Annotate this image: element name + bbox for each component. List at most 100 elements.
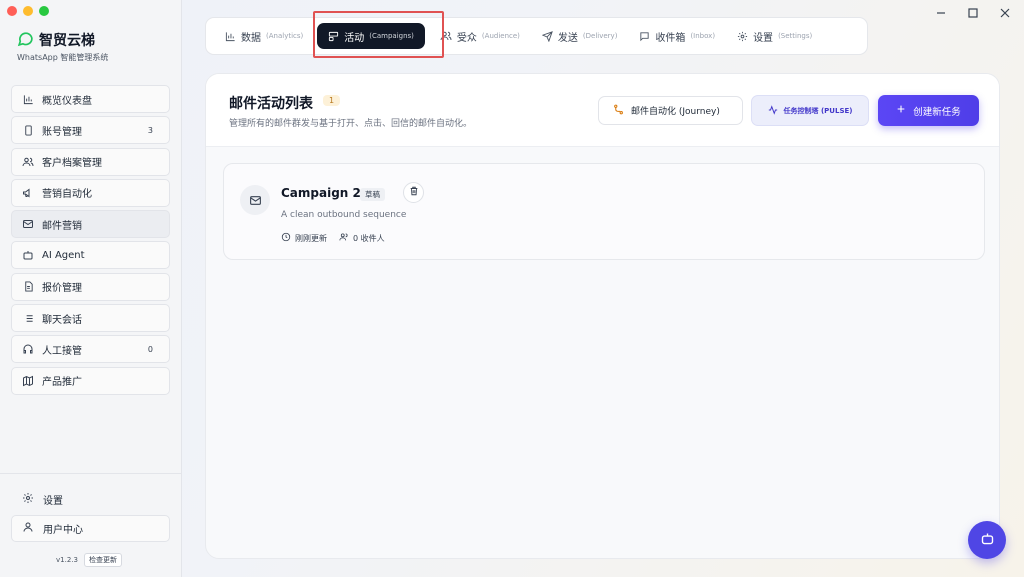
campaign-card[interactable]: Campaign 2 草稿 A clean outbound sequence … [223, 163, 985, 260]
sidebar: 智贸云梯 WhatsApp 智能管理系统 概览仪表盘 账号管理 3 客户档案管理… [0, 0, 182, 577]
page-title: 邮件活动列表 [229, 96, 313, 112]
page-description: 管理所有的邮件群发与基于打开、点击、回信的邮件自动化。 [229, 119, 473, 129]
sidebar-item-product-promotion[interactable]: 产品推广 [11, 366, 170, 395]
maximize-icon[interactable] [968, 8, 978, 21]
bot-icon [980, 531, 995, 549]
sidebar-item-marketing-automation[interactable]: 营销自动化 [11, 178, 170, 207]
campaign-meta: 刚刚更新 0 收件人 [281, 232, 385, 244]
tab-sublabel: (Analytics) [266, 32, 304, 40]
tab-delivery[interactable]: 发送 (Delivery) [531, 23, 629, 49]
brand-subtitle: WhatsApp 智能管理系统 [17, 53, 109, 62]
create-task-label: 创建新任务 [913, 106, 961, 118]
sidebar-item-human-takeover[interactable]: 人工接管 0 [11, 335, 170, 364]
close-icon[interactable] [1000, 8, 1010, 21]
tab-settings[interactable]: 设置 (Settings) [726, 23, 823, 49]
gear-icon [22, 492, 34, 507]
sidebar-item-label: 人工接管 [42, 345, 82, 357]
tab-label: 发送 [557, 32, 578, 44]
pulse-button-label: 任务控制塔 (PULSE) [783, 106, 853, 115]
window-controls [936, 8, 1010, 21]
updated-text: 刚刚更新 [295, 233, 327, 243]
zoom-window-dot[interactable] [39, 6, 49, 16]
sidebar-item-dashboard[interactable]: 概览仪表盘 [11, 85, 170, 113]
sidebar-item-label: 账号管理 [42, 126, 82, 138]
tab-label: 收件箱 [655, 32, 686, 44]
sidebar-item-label: 概览仪表盘 [42, 95, 92, 107]
check-update-button[interactable]: 检查更新 [83, 553, 122, 567]
send-icon [541, 30, 553, 42]
bar-chart-icon [22, 93, 34, 105]
version-label: v1.2.3 [56, 556, 78, 564]
sidebar-item-ai-agent[interactable]: AI Agent [11, 241, 170, 270]
assistant-fab[interactable] [968, 521, 1006, 559]
sidebar-item-label: 聊天会话 [42, 314, 82, 326]
user-icon [22, 521, 34, 536]
list-icon [22, 312, 34, 324]
campaign-description: A clean outbound sequence [281, 210, 407, 220]
headset-icon [22, 343, 34, 355]
status-badge: 草稿 [360, 188, 385, 201]
campaign-list-panel: 邮件活动列表 1 管理所有的邮件群发与基于打开、点击、回信的邮件自动化。 邮件自… [205, 73, 1000, 559]
brand: 智贸云梯 [17, 30, 95, 50]
sidebar-item-label: 营销自动化 [42, 189, 92, 201]
minimize-window-dot[interactable] [23, 6, 33, 16]
gear-icon [737, 31, 748, 42]
tab-sublabel: (Inbox) [690, 32, 716, 40]
user-center-label: 用户中心 [43, 525, 83, 536]
window-traffic-lights [7, 6, 49, 16]
pulse-button[interactable]: 任务控制塔 (PULSE) [751, 95, 869, 126]
recipients-text: 0 收件人 [353, 233, 385, 243]
tab-audience[interactable]: 受众 (Audience) [429, 23, 531, 49]
sidebar-item-label: 邮件营销 [42, 220, 82, 232]
sidebar-item-email-marketing[interactable]: 邮件营销 [11, 210, 170, 239]
tab-label: 数据 [241, 32, 261, 44]
bot-icon [22, 249, 34, 261]
sidebar-settings-label: 设置 [43, 496, 63, 507]
sidebar-nav: 概览仪表盘 账号管理 3 客户档案管理 营销自动化 邮件营销 AI Agent … [11, 85, 170, 398]
bar-chart-icon [225, 31, 236, 42]
sidebar-footer: 设置 用户中心 v1.2.3 检查更新 [0, 473, 181, 567]
route-icon [613, 104, 624, 118]
brand-name: 智贸云梯 [39, 33, 95, 49]
sidebar-item-quotes[interactable]: 报价管理 [11, 272, 170, 301]
sidebar-item-chats[interactable]: 聊天会话 [11, 304, 170, 333]
sidebar-item-customers[interactable]: 客户档案管理 [11, 147, 170, 176]
tab-label: 设置 [753, 32, 774, 44]
version-row: v1.2.3 检查更新 [56, 553, 122, 567]
users-icon [339, 232, 349, 244]
sidebar-item-accounts[interactable]: 账号管理 3 [11, 116, 170, 145]
chat-bubble-logo-icon [17, 30, 34, 50]
user-center-button[interactable]: 用户中心 [11, 515, 170, 542]
campaign-name[interactable]: Campaign 2 [281, 186, 361, 200]
recipients-meta: 0 收件人 [339, 232, 385, 244]
minimize-icon[interactable] [936, 8, 946, 21]
message-icon [639, 31, 650, 42]
create-task-button[interactable]: 创建新任务 [878, 95, 979, 126]
tab-inbox[interactable]: 收件箱 (Inbox) [628, 23, 726, 49]
tab-analytics[interactable]: 数据 (Analytics) [214, 23, 314, 49]
clock-icon [281, 232, 291, 244]
panel-header: 邮件活动列表 1 管理所有的邮件群发与基于打开、点击、回信的邮件自动化。 邮件自… [206, 74, 999, 147]
tab-label: 受众 [456, 32, 477, 44]
selection-highlight-box [313, 11, 444, 58]
sidebar-item-label: 客户档案管理 [42, 158, 102, 170]
sidebar-item-label: AI Agent [42, 249, 85, 261]
delete-campaign-button[interactable] [403, 182, 424, 203]
phone-icon [22, 124, 34, 136]
sidebar-item-count: 0 [147, 344, 153, 354]
tab-sublabel: (Settings) [778, 32, 813, 40]
tab-sublabel: (Audience) [481, 32, 520, 40]
mail-icon [240, 185, 270, 215]
activity-icon [768, 104, 778, 117]
sidebar-item-label: 报价管理 [42, 283, 82, 295]
module-tabs: 数据 (Analytics) 活动 (Campaigns) 受众 (Audien… [205, 17, 868, 55]
sidebar-settings[interactable]: 设置 [22, 492, 63, 507]
file-icon [22, 281, 34, 293]
megaphone-icon [22, 187, 34, 199]
journey-button-label: 邮件自动化 (Journey) [631, 107, 720, 117]
close-window-dot[interactable] [7, 6, 17, 16]
mail-icon [22, 218, 34, 230]
updated-meta: 刚刚更新 [281, 232, 327, 244]
journey-button[interactable]: 邮件自动化 (Journey) [598, 96, 743, 125]
trash-icon [409, 186, 419, 199]
